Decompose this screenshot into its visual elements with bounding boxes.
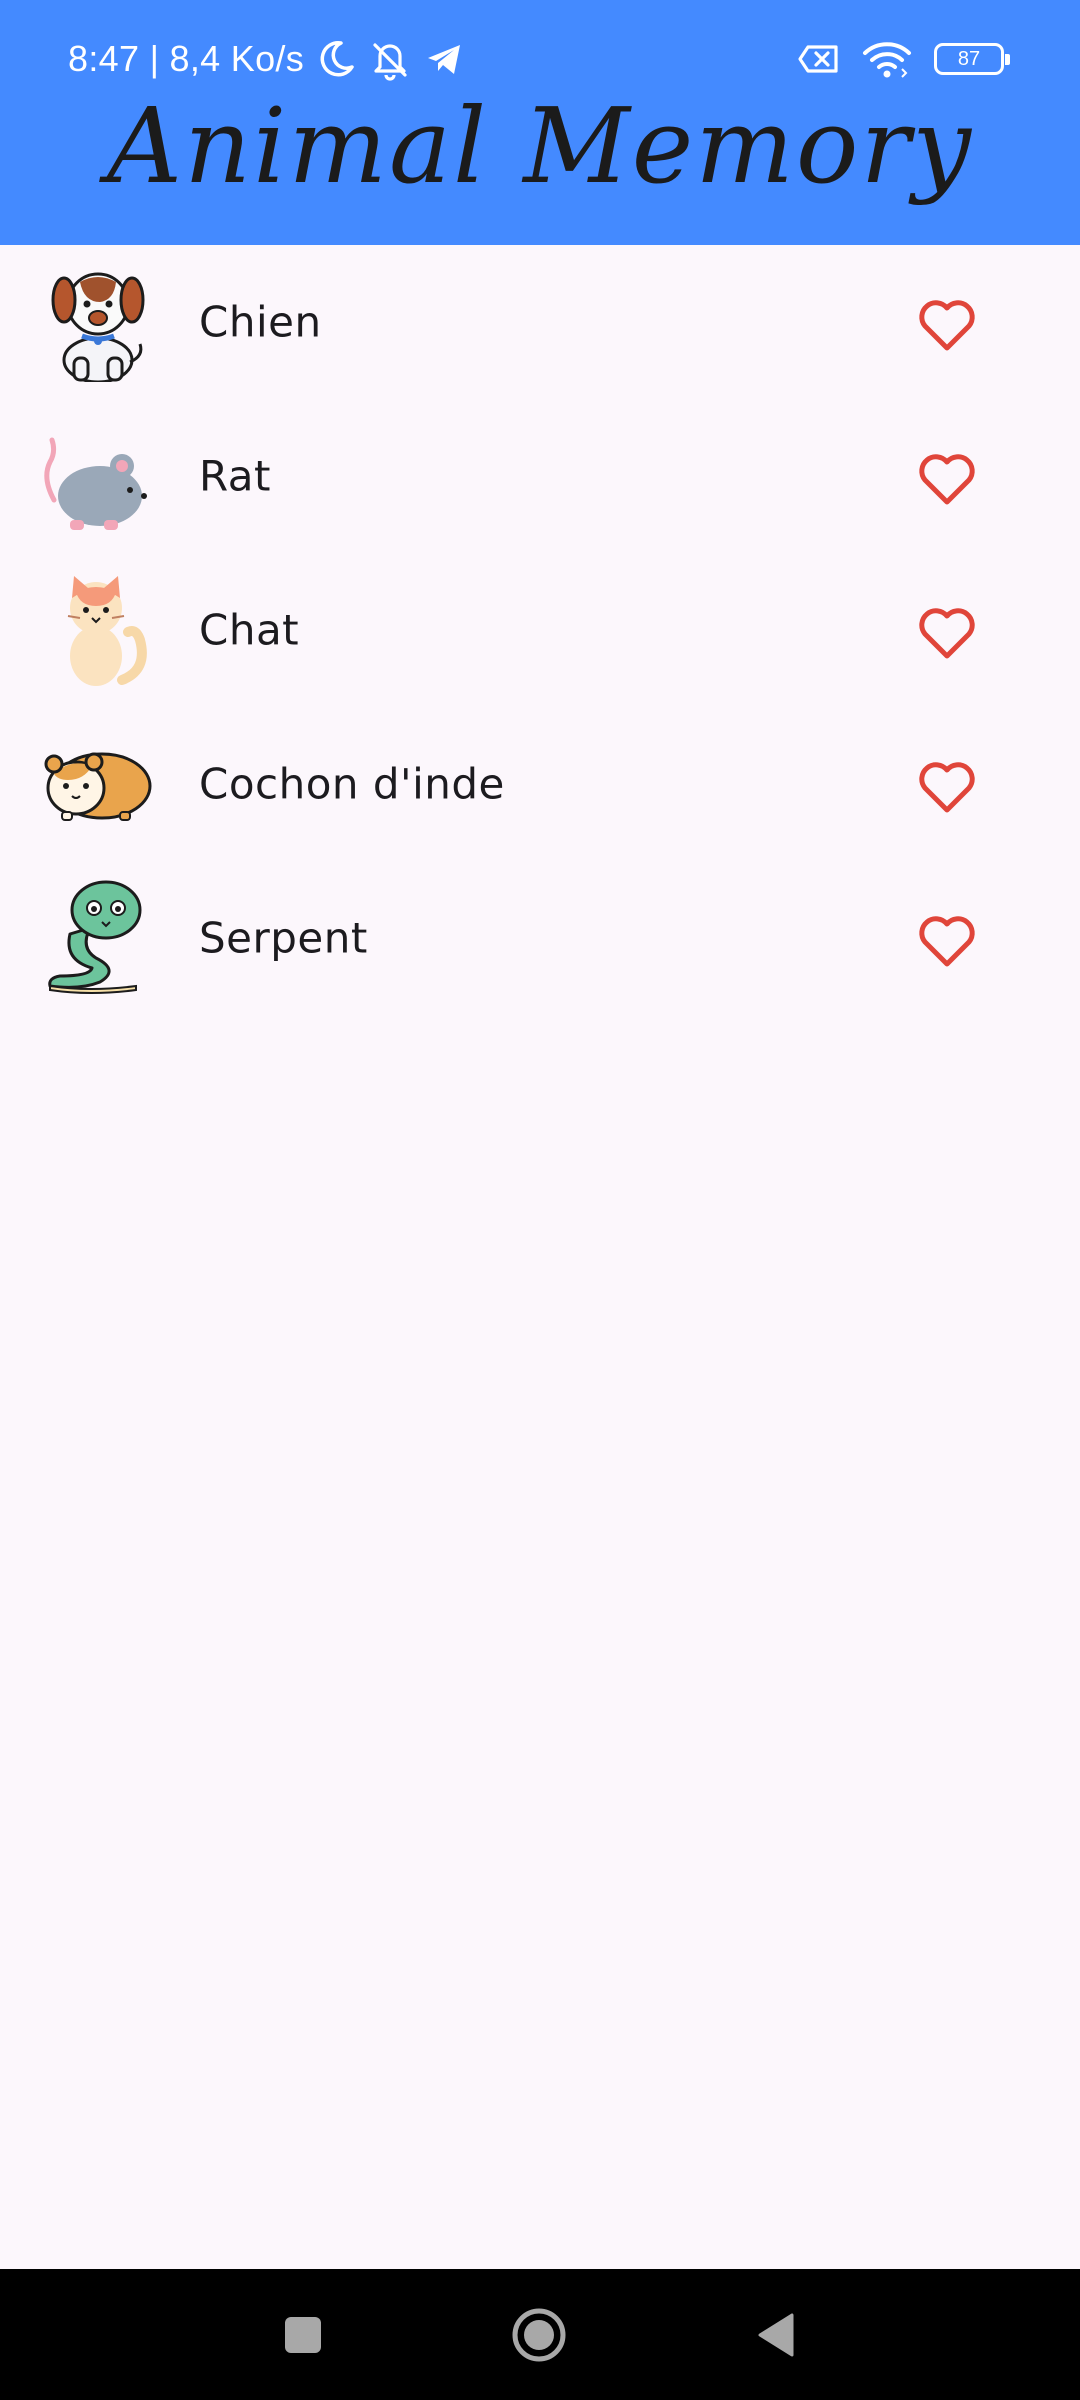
animal-name: Chien (199, 297, 322, 347)
list-item-serpent[interactable]: Serpent (0, 861, 1080, 1015)
favorite-button[interactable] (903, 286, 991, 364)
list-item-chat[interactable]: Chat (0, 553, 1080, 707)
no-sim-icon (796, 37, 840, 81)
system-nav-bar (0, 2269, 1080, 2400)
snake-icon (40, 878, 156, 998)
app-bar: 8:47 | 8,4 Ko/s 87 Animal Memory (0, 0, 1080, 245)
favorite-button[interactable] (903, 594, 991, 672)
list-item-rat[interactable]: Rat (0, 399, 1080, 553)
animal-name: Rat (199, 451, 271, 501)
battery-level: 87 (957, 48, 981, 70)
heart-outline-icon (919, 454, 975, 505)
moon-icon (314, 37, 358, 81)
guinea-pig-icon (40, 724, 156, 844)
home-button[interactable] (479, 2269, 599, 2400)
status-left: 8:47 | 8,4 Ko/s (68, 34, 466, 84)
animal-list: Chien Rat Chat Cochon d'inde Serpent (0, 245, 1080, 1015)
list-item-cochon-d-inde[interactable]: Cochon d'inde (0, 707, 1080, 861)
cat-icon (40, 570, 156, 690)
triangle-back-icon (758, 2313, 794, 2356)
dog-icon (40, 262, 156, 384)
animal-name: Chat (199, 605, 300, 655)
heart-outline-icon (919, 300, 975, 351)
favorite-button[interactable] (903, 748, 991, 826)
status-right: 87 (796, 34, 1010, 84)
app-title: Animal Memory (106, 85, 974, 207)
recents-button[interactable] (243, 2269, 363, 2400)
battery-icon: 87 (934, 43, 1010, 75)
status-time-speed: 8:47 | 8,4 Ko/s (68, 38, 305, 79)
telegram-icon (422, 37, 466, 81)
favorite-button[interactable] (903, 440, 991, 518)
square-icon (285, 2316, 321, 2353)
heart-outline-icon (919, 916, 975, 967)
heart-outline-icon (919, 608, 975, 659)
rat-icon (40, 416, 156, 536)
favorite-button[interactable] (903, 902, 991, 980)
list-item-chien[interactable]: Chien (0, 245, 1080, 399)
heart-outline-icon (919, 762, 975, 813)
circle-icon (512, 2308, 566, 2361)
wifi-icon (862, 37, 912, 81)
animal-name: Cochon d'inde (199, 759, 505, 809)
animal-name: Serpent (199, 913, 368, 963)
bell-off-icon (368, 37, 412, 81)
back-button[interactable] (716, 2269, 836, 2400)
